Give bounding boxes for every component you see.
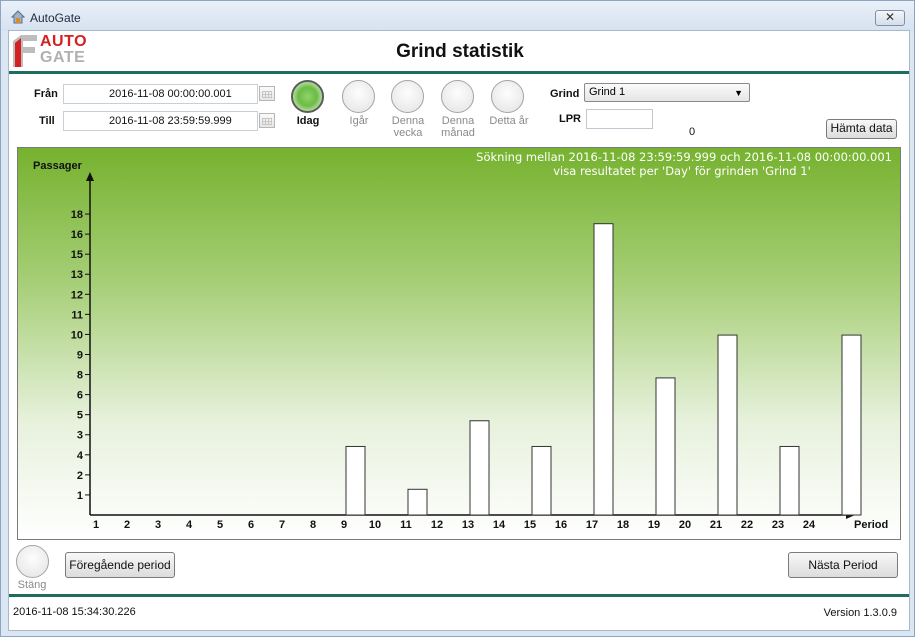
y-axis-label: Passager: [33, 160, 83, 172]
window-title: AutoGate: [30, 11, 81, 25]
chart-subtitle: visa resultatet per 'Day' för grinden 'G…: [553, 164, 811, 178]
x-tick-label: 23: [772, 519, 784, 531]
result-count: 0: [689, 126, 696, 138]
close-label: Stäng: [17, 579, 47, 591]
x-tick-label: 17: [586, 519, 598, 531]
bar: [655, 377, 676, 516]
period-this-month-label: Denna månad: [441, 115, 475, 139]
x-tick-label: 2: [124, 519, 130, 531]
x-tick-label: 13: [462, 519, 474, 531]
period-today-label: Idag: [296, 115, 320, 127]
x-tick-label: 3: [155, 519, 161, 531]
bar-chart: Passager Period Sökning mellan 2016-11-08 …: [33, 150, 892, 531]
chart-panel: Passager Period Sökning mellan 2016-11-08 …: [17, 147, 901, 540]
y-tick-label: 3: [77, 430, 83, 442]
next-period-button[interactable]: Nästa Period: [788, 552, 898, 578]
from-label: Från: [34, 88, 58, 100]
page-title: Grind statistik: [396, 41, 524, 62]
y-tick-label: 12: [71, 289, 83, 301]
calendar-icon[interactable]: [259, 86, 275, 101]
period-this-week-label: Denna vecka: [391, 115, 425, 139]
lpr-input[interactable]: [586, 109, 653, 129]
period-today-radio[interactable]: [291, 80, 324, 113]
x-tick-label: 19: [648, 519, 660, 531]
grind-label: Grind: [550, 88, 580, 100]
y-tick-label: 6: [77, 390, 83, 402]
period-this-year-label: Detta år: [489, 115, 529, 127]
period-yesterday-radio[interactable]: [342, 80, 375, 113]
footer-divider: [9, 594, 909, 597]
y-tick-label: 2: [77, 470, 83, 482]
y-tick-label: 15: [71, 249, 83, 261]
period-yesterday-label: Igår: [349, 115, 369, 127]
x-tick-label: 7: [279, 519, 285, 531]
x-tick-label: 4: [186, 519, 193, 531]
timestamp: 2016-11-08 15:34:30.226: [13, 606, 136, 618]
y-tick-label: 11: [71, 309, 83, 321]
lpr-label: LPR: [559, 113, 581, 125]
bar: [469, 420, 490, 516]
x-tick-label: 10: [369, 519, 381, 531]
bar: [407, 488, 428, 516]
x-tick-label: 12: [431, 519, 443, 531]
app-icon: [11, 10, 25, 24]
y-tick-label: 4: [77, 450, 84, 462]
y-tick-label: 10: [71, 329, 83, 341]
period-this-year-radio[interactable]: [491, 80, 524, 113]
version-label: Version 1.3.0.9: [823, 607, 897, 619]
y-axis-arrow-icon: [86, 172, 94, 181]
x-tick-label: 22: [741, 519, 753, 531]
y-tick-label: 18: [71, 209, 83, 221]
x-tick-label: 20: [679, 519, 691, 531]
y-tick-label: 16: [71, 229, 83, 241]
y-tick-label: 8: [77, 370, 83, 382]
bar: [593, 223, 614, 516]
x-tick-label: 24: [803, 519, 816, 531]
x-tick-label: 1: [93, 519, 99, 531]
period-this-month-radio[interactable]: [441, 80, 474, 113]
y-tick-label: 5: [77, 410, 83, 422]
x-tick-label: 9: [341, 519, 347, 531]
bar: [531, 445, 552, 516]
y-tick-label: 9: [77, 349, 83, 361]
title-bar: AutoGate ✕: [1, 1, 914, 31]
bar: [345, 445, 366, 516]
x-axis-label: Period: [854, 519, 888, 531]
x-tick-label: 18: [617, 519, 629, 531]
chart-title: Sökning mellan 2016-11-08 23:59:59.999 o…: [476, 150, 892, 164]
period-this-week-radio[interactable]: [391, 80, 424, 113]
y-tick-label: 1: [77, 490, 83, 502]
chevron-down-icon: ▼: [734, 88, 743, 98]
calendar-icon[interactable]: [259, 113, 275, 128]
x-tick-label: 11: [400, 519, 412, 531]
to-label: Till: [39, 115, 55, 127]
main-panel: AUTO GATE Grind statistik Från 2016-11-0…: [8, 30, 910, 631]
y-tick-label: 13: [71, 269, 83, 281]
bar: [779, 445, 800, 516]
x-tick-label: 5: [217, 519, 223, 531]
x-tick-label: 6: [248, 519, 254, 531]
header-divider: [9, 71, 909, 74]
x-tick-label: 14: [493, 519, 506, 531]
x-tick-label: 16: [555, 519, 567, 531]
close-icon[interactable]: ✕: [875, 10, 905, 26]
bar: [717, 334, 738, 516]
x-tick-label: 15: [524, 519, 536, 531]
x-tick-label: 8: [310, 519, 316, 531]
app-window: AutoGate ✕ AUTO GATE Grind statistik Frå…: [0, 0, 915, 637]
previous-period-button[interactable]: Föregående period: [65, 552, 175, 578]
fetch-data-button[interactable]: Hämta data: [826, 119, 897, 139]
from-date-field[interactable]: 2016-11-08 00:00:00.001: [63, 84, 258, 104]
x-tick-label: 21: [710, 519, 722, 531]
bar: [841, 334, 862, 516]
to-date-field[interactable]: 2016-11-08 23:59:59.999: [63, 111, 258, 131]
close-radio[interactable]: [16, 545, 49, 578]
grind-select[interactable]: Grind 1 ▼: [584, 83, 750, 102]
